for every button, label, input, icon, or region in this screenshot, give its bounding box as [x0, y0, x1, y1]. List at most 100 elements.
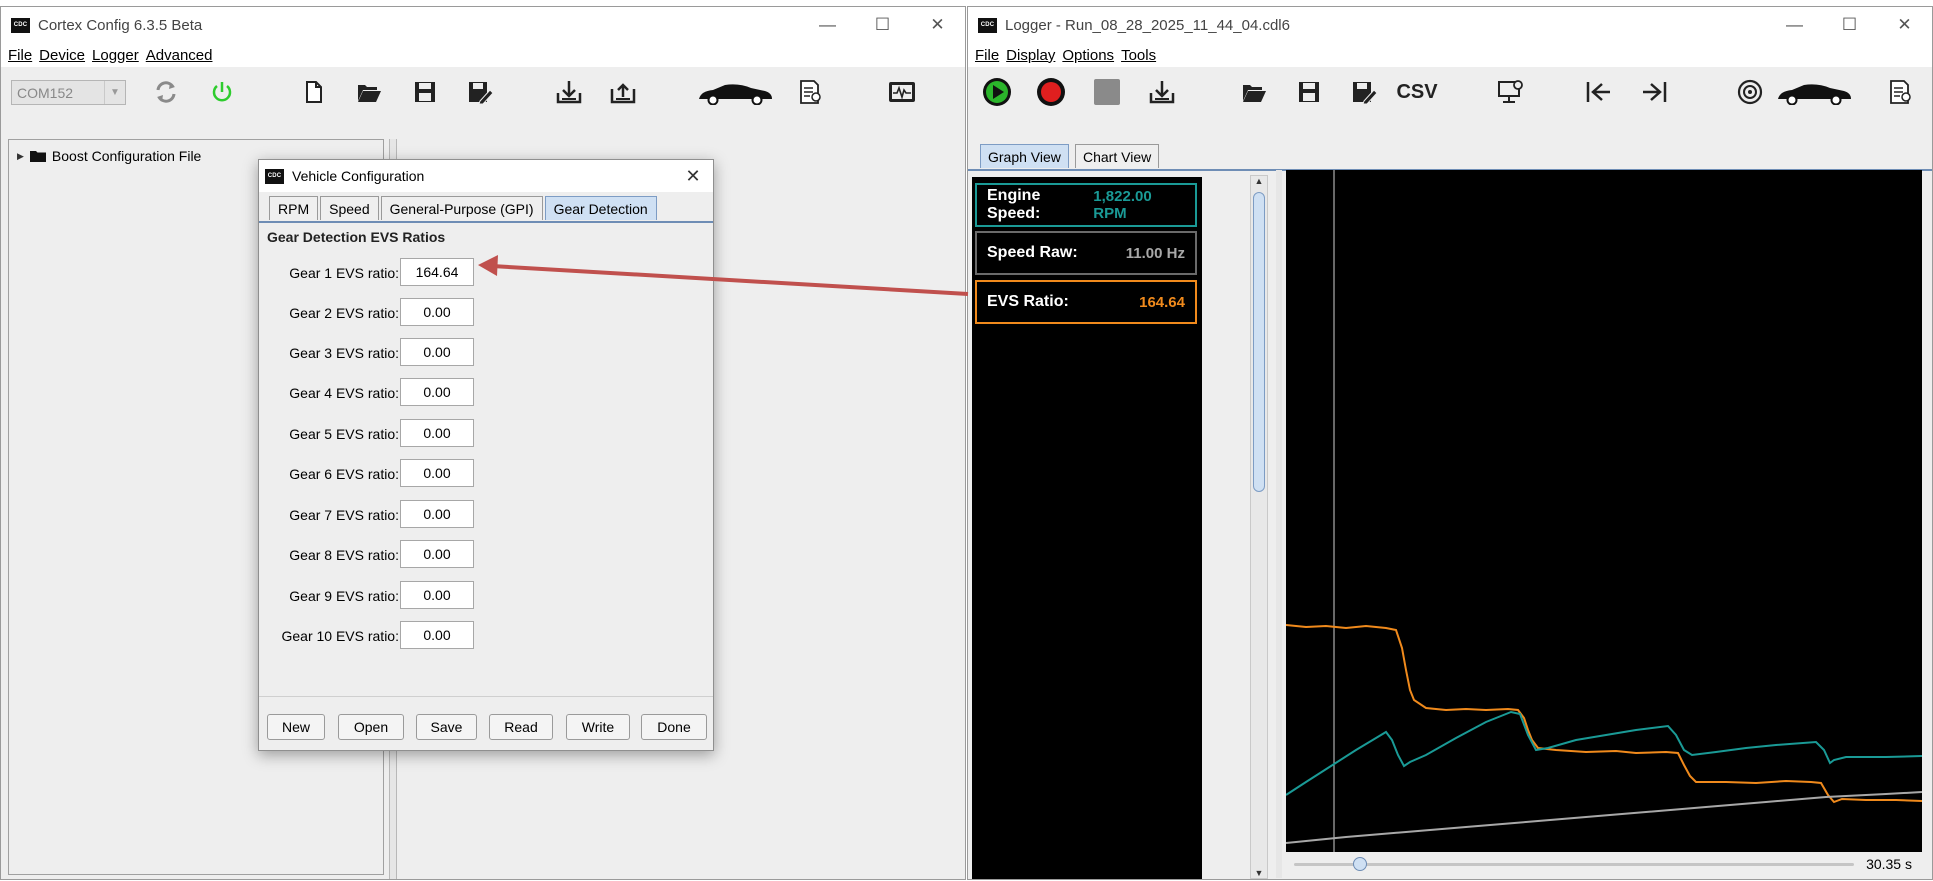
open-folder-icon[interactable] [352, 75, 386, 109]
dialog-separator [259, 696, 713, 697]
gear-10-input[interactable]: 0.00 [400, 621, 474, 649]
chevron-down-icon: ▼ [104, 81, 125, 104]
tab-rpm[interactable]: RPM [269, 196, 319, 220]
menu-options[interactable]: Options [1062, 47, 1114, 64]
tab-gear-detection[interactable]: Gear Detection [544, 196, 657, 220]
gear-9-label: Gear 9 EVS ratio: [289, 588, 399, 604]
port-combo-value: COM152 [17, 84, 74, 101]
dialog-close-icon[interactable]: ✕ [673, 166, 713, 187]
menu-advanced[interactable]: Advanced [146, 47, 213, 64]
vehicle-config-icon[interactable] [1774, 75, 1854, 109]
cortex-config-window: CDC Cortex Config 6.3.5 Beta — ☐ ✕ File … [0, 6, 966, 880]
gear-9-input[interactable]: 0.00 [400, 581, 474, 609]
vehicle-config-icon[interactable] [695, 75, 775, 109]
gear-6-input[interactable]: 0.00 [400, 459, 474, 487]
settings-sheet-icon[interactable] [793, 75, 827, 109]
gear-7-label: Gear 7 EVS ratio: [289, 507, 399, 523]
gear-5-input[interactable]: 0.00 [400, 419, 474, 447]
csv-label: CSV [1396, 80, 1438, 103]
tree-node-boost-config[interactable]: ▶ Boost Configuration File [17, 148, 201, 164]
cortex-toolbar: COM152 ▼ [1, 67, 965, 117]
tree-expand-icon[interactable]: ▶ [17, 151, 24, 162]
refresh-icon[interactable] [149, 75, 183, 109]
tab-graph-view[interactable]: Graph View [980, 144, 1069, 168]
save-as-icon[interactable] [463, 75, 497, 109]
scroll-thumb[interactable] [1253, 192, 1265, 492]
gear-1-input[interactable]: 164.64 [400, 258, 474, 286]
menu-logger[interactable]: Logger [92, 47, 139, 64]
menu-file[interactable]: File [975, 47, 999, 64]
save-icon[interactable] [1292, 75, 1326, 109]
save-icon[interactable] [408, 75, 442, 109]
read-button[interactable]: Read [489, 714, 553, 740]
time-label: 30.35 s [1866, 856, 1912, 872]
settings-sheet-icon[interactable] [1883, 75, 1917, 109]
turbo-icon[interactable] [1733, 75, 1767, 109]
evs-ratio-trace [1285, 624, 1923, 804]
gear-3-input[interactable]: 0.00 [400, 338, 474, 366]
channel-evs-ratio[interactable]: EVS Ratio: 164.64 [975, 280, 1197, 324]
new-button[interactable]: New [267, 714, 325, 740]
maximize-icon[interactable]: ☐ [1822, 15, 1877, 35]
menu-device[interactable]: Device [39, 47, 85, 64]
new-file-icon[interactable] [297, 75, 331, 109]
jump-end-icon[interactable] [1637, 75, 1671, 109]
gear-8-input[interactable]: 0.00 [400, 540, 474, 568]
open-folder-icon[interactable] [1237, 75, 1271, 109]
done-button[interactable]: Done [641, 714, 707, 740]
timeline-track [1294, 863, 1854, 866]
play-icon[interactable] [980, 75, 1014, 109]
jump-start-icon[interactable] [1582, 75, 1616, 109]
write-button[interactable]: Write [566, 714, 630, 740]
power-icon[interactable] [205, 75, 239, 109]
graph-plot-area[interactable] [1285, 170, 1923, 852]
record-icon[interactable] [1034, 75, 1068, 109]
channel-engine-speed[interactable]: Engine Speed: 1,822.00 RPM [975, 183, 1197, 227]
download-icon[interactable] [1145, 75, 1179, 109]
logger-toolbar: CSV [968, 67, 1932, 117]
minimize-icon[interactable]: — [1767, 15, 1822, 35]
speed-raw-trace [1285, 791, 1923, 844]
tab-chart-view[interactable]: Chart View [1075, 144, 1160, 168]
gear-1-label: Gear 1 EVS ratio: [289, 265, 399, 281]
dialog-title: Vehicle Configuration [292, 168, 425, 184]
tab-speed[interactable]: Speed [320, 196, 379, 220]
upload-icon[interactable] [606, 75, 640, 109]
display-settings-icon[interactable] [1494, 75, 1528, 109]
close-icon[interactable]: ✕ [910, 15, 965, 35]
save-as-icon[interactable] [1347, 75, 1381, 109]
vehicle-configuration-dialog: CDC Vehicle Configuration ✕ RPM Speed Ge… [258, 159, 714, 751]
timeline-scrollbar[interactable]: 30.35 s [1286, 852, 1922, 876]
channel-scrollbar[interactable]: ▲ ▼ [1250, 175, 1268, 879]
close-icon[interactable]: ✕ [1877, 15, 1932, 35]
scroll-down-icon[interactable]: ▼ [1251, 868, 1267, 878]
stop-icon[interactable] [1090, 75, 1124, 109]
open-button[interactable]: Open [338, 714, 404, 740]
menu-tools[interactable]: Tools [1121, 47, 1156, 64]
tree-node-label: Boost Configuration File [51, 148, 202, 164]
channel-name: Engine Speed: [987, 187, 1041, 222]
save-button[interactable]: Save [416, 714, 477, 740]
minimize-icon[interactable]: — [800, 15, 855, 35]
csv-export-button[interactable]: CSV [1395, 75, 1439, 109]
logger-menubar: File Display Options Tools [968, 43, 1932, 67]
menu-file[interactable]: File [8, 47, 32, 64]
dialog-logo-icon: CDC [265, 168, 284, 184]
channel-panel: Engine Speed: 1,822.00 RPM Speed Raw: 11… [972, 177, 1202, 879]
maximize-icon[interactable]: ☐ [855, 15, 910, 35]
monitor-icon[interactable] [885, 75, 919, 109]
tab-general-purpose[interactable]: General-Purpose (GPI) [380, 196, 543, 220]
scroll-up-icon[interactable]: ▲ [1251, 176, 1267, 190]
menu-display[interactable]: Display [1006, 47, 1055, 64]
timeline-thumb[interactable] [1353, 857, 1367, 871]
gear-4-input[interactable]: 0.00 [400, 378, 474, 406]
gear-7-input[interactable]: 0.00 [400, 500, 474, 528]
graph-splitter[interactable] [1276, 170, 1282, 878]
channel-speed-raw[interactable]: Speed Raw: 11.00 Hz [975, 231, 1197, 275]
gear-2-input[interactable]: 0.00 [400, 298, 474, 326]
port-combo[interactable]: COM152 ▼ [11, 80, 126, 105]
gear-5-label: Gear 5 EVS ratio: [289, 426, 399, 442]
gear-3-label: Gear 3 EVS ratio: [289, 345, 399, 361]
app-logo-icon: CDC [11, 17, 30, 33]
download-icon[interactable] [552, 75, 586, 109]
